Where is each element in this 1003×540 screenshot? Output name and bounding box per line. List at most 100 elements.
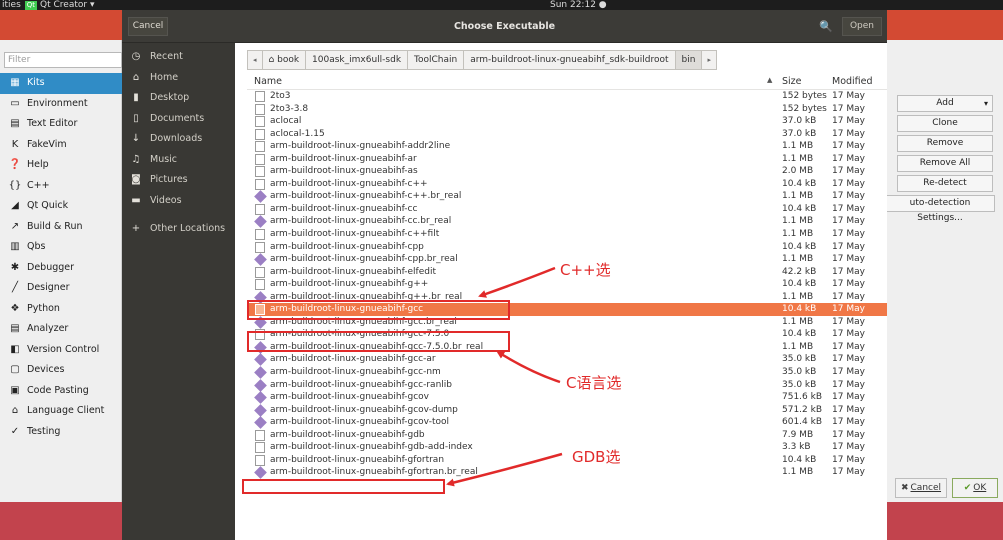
re-detect-button[interactable]: Re-detect — [897, 175, 993, 192]
file-size: 35.0 kB — [782, 354, 817, 365]
remove-all-button[interactable]: Remove All — [897, 155, 993, 172]
remove-button[interactable]: Remove — [897, 135, 993, 152]
file-name: arm-buildroot-linux-gnueabihf-cpp — [270, 241, 424, 252]
auto-detection-settings-button[interactable]: uto-detection Settings... — [885, 195, 995, 223]
file-row[interactable]: arm-buildroot-linux-gnueabihf-gcc-7.5.0 1… — [247, 328, 887, 341]
options-ok-button[interactable]: ✔ OK — [952, 478, 998, 498]
file-name: arm-buildroot-linux-gnueabihf-gcov-tool — [270, 417, 450, 428]
file-row[interactable]: arm-buildroot-linux-gnueabihf-gcc-ranlib… — [247, 378, 887, 392]
file-size: 10.4 kB — [782, 241, 817, 252]
file-row[interactable]: arm-buildroot-linux-gnueabihf-gdb-add-in… — [247, 441, 887, 454]
file-row[interactable]: arm-buildroot-linux-gnueabihf-gcc-7.5.0.… — [247, 341, 887, 354]
file-row[interactable]: arm-buildroot-linux-gnueabihf-gfortran 10… — [247, 454, 887, 467]
place-music[interactable]: ♫ Music — [122, 150, 235, 171]
options-category-version-control[interactable]: ◧ Version Control — [0, 340, 122, 361]
filter-input[interactable]: Filter — [4, 52, 122, 68]
options-category-text-editor[interactable]: ▤ Text Editor — [0, 114, 122, 135]
place-pictures[interactable]: ◙ Pictures — [122, 170, 235, 191]
column-header-name[interactable]: Name — [254, 76, 282, 87]
path-bar: ◂ ⌂ book 100ask_imx6ull-sdk ToolChain ar… — [247, 50, 717, 70]
options-category-code-pasting[interactable]: ▣ Code Pasting — [0, 381, 122, 402]
place-other-locations[interactable]: + Other Locations — [122, 219, 235, 240]
file-row[interactable]: arm-buildroot-linux-gnueabihf-gcc-nm 35.0… — [247, 366, 887, 379]
options-category-qbs[interactable]: ▥ Qbs — [0, 237, 122, 258]
file-name: arm-buildroot-linux-gnueabihf-gcc-nm — [270, 367, 441, 378]
music-icon: ♫ — [131, 153, 141, 165]
options-category-devices[interactable]: ▢ Devices — [0, 360, 122, 381]
place-home[interactable]: ⌂ Home — [122, 68, 235, 89]
text-file-icon — [255, 229, 265, 241]
column-header-size[interactable]: Size — [782, 76, 802, 87]
file-name: arm-buildroot-linux-gnueabihf-addr2line — [270, 141, 451, 152]
file-row[interactable]: arm-buildroot-linux-gnueabihf-g++ 10.4 kB… — [247, 278, 887, 291]
file-row[interactable]: arm-buildroot-linux-gnueabihf-elfedit 42.… — [247, 266, 887, 279]
file-row[interactable]: arm-buildroot-linux-gnueabihf-gcov-tool 6… — [247, 416, 887, 430]
path-segment-bin[interactable]: bin — [675, 51, 703, 69]
options-category-debugger[interactable]: ✱ Debugger — [0, 258, 122, 279]
activities-label[interactable]: ities — [2, 0, 21, 10]
options-category-python[interactable]: ❖ Python — [0, 299, 122, 320]
path-segment-toolchain[interactable]: ToolChain — [408, 51, 465, 69]
recent-icon: ◷ — [131, 51, 141, 62]
options-category-qt-quick[interactable]: ◢ Qt Quick — [0, 196, 122, 217]
place-videos[interactable]: ▬ Videos — [122, 191, 235, 212]
search-icon[interactable]: 🔍 — [814, 16, 838, 37]
path-forward-arrow[interactable]: ▸ — [702, 51, 716, 69]
place-recent[interactable]: ◷ Recent — [122, 47, 235, 68]
text-file-icon — [255, 178, 265, 190]
file-row[interactable]: arm-buildroot-linux-gnueabihf-gcc-ar 35.0… — [247, 353, 887, 367]
options-category-help[interactable]: ❓ Help — [0, 155, 122, 176]
file-row[interactable]: arm-buildroot-linux-gnueabihf-cpp.br_rea… — [247, 253, 887, 266]
file-row[interactable]: arm-buildroot-linux-gnueabihf-gcov-dump 5… — [247, 403, 887, 417]
clone-button[interactable]: Clone — [897, 115, 993, 132]
file-row[interactable]: arm-buildroot-linux-gnueabihf-c++filt 1.1… — [247, 228, 887, 241]
file-row[interactable]: arm-buildroot-linux-gnueabihf-gcc.br_rea… — [247, 315, 887, 329]
place-desktop[interactable]: ▮ Desktop — [122, 88, 235, 109]
options-category-analyzer[interactable]: ▤ Analyzer — [0, 319, 122, 340]
options-cancel-label: Cancel — [910, 483, 942, 493]
place-label: Pictures — [150, 174, 188, 185]
add-button[interactable]: Add ▾ — [897, 95, 993, 112]
file-row[interactable]: arm-buildroot-linux-gnueabihf-as 2.0 MB 17… — [247, 165, 887, 178]
path-segment-buildroot[interactable]: arm-buildroot-linux-gnueabihf_sdk-buildr… — [464, 51, 676, 69]
file-row[interactable]: arm-buildroot-linux-gnueabihf-addr2line 1… — [247, 140, 887, 153]
file-row[interactable]: arm-buildroot-linux-gnueabihf-c++ 10.4 kB… — [247, 178, 887, 191]
file-row[interactable]: aclocal-1.15 37.0 kB 17 May — [247, 128, 887, 141]
options-category-kits[interactable]: ▦ Kits — [0, 73, 122, 94]
options-category-environment[interactable]: ▭ Environment — [0, 94, 122, 115]
path-segment-sdk[interactable]: 100ask_imx6ull-sdk — [306, 51, 409, 69]
options-category-fakevim[interactable]: K FakeVim — [0, 135, 122, 156]
file-row[interactable]: arm-buildroot-linux-gnueabihf-gcov 751.6 … — [247, 391, 887, 404]
dialog-cancel-button[interactable]: Cancel — [128, 17, 168, 36]
file-row-selected[interactable]: arm-buildroot-linux-gnueabihf-gcc 10.4 kB… — [247, 303, 887, 316]
place-documents[interactable]: ▯ Documents — [122, 109, 235, 130]
path-back-arrow[interactable]: ◂ — [248, 51, 263, 69]
options-cancel-button[interactable]: ✖ Cancel — [895, 478, 947, 498]
options-category-language-client[interactable]: ⌂ Language Client — [0, 401, 122, 422]
file-row[interactable]: arm-buildroot-linux-gnueabihf-gfortran.b… — [247, 466, 887, 480]
app-menu[interactable]: Qt Creator ▾ — [40, 0, 94, 10]
file-modified: 17 May — [832, 116, 865, 127]
file-row[interactable]: arm-buildroot-linux-gnueabihf-gdb 7.9 MB 1… — [247, 429, 887, 442]
chevron-down-icon: ▾ — [983, 99, 988, 108]
options-category-c-[interactable]: {} C++ — [0, 176, 122, 197]
file-row[interactable]: aclocal 37.0 kB 17 May — [247, 115, 887, 128]
file-row[interactable]: 2to3 152 bytes 17 May — [247, 90, 887, 103]
file-row[interactable]: arm-buildroot-linux-gnueabihf-g++.br_rea… — [247, 290, 887, 304]
file-row[interactable]: arm-buildroot-linux-gnueabihf-cpp 10.4 kB… — [247, 241, 887, 254]
file-row[interactable]: 2to3-3.8 152 bytes 17 May — [247, 103, 887, 116]
place-downloads[interactable]: ↓ Downloads — [122, 129, 235, 150]
options-category-testing[interactable]: ✓ Testing — [0, 422, 122, 443]
options-category-build-run[interactable]: ↗ Build & Run — [0, 217, 122, 238]
column-header-modified[interactable]: Modified — [832, 76, 873, 87]
clock[interactable]: Sun 22:12 ● — [550, 0, 607, 10]
file-row[interactable]: arm-buildroot-linux-gnueabihf-c++.br_rea… — [247, 190, 887, 204]
place-label: Desktop — [150, 92, 190, 103]
options-category-designer[interactable]: ╱ Designer — [0, 278, 122, 299]
file-row[interactable]: arm-buildroot-linux-gnueabihf-cc 10.4 kB 1… — [247, 203, 887, 216]
file-row[interactable]: arm-buildroot-linux-gnueabihf-cc.br_real… — [247, 215, 887, 229]
path-segment-book[interactable]: ⌂ book — [263, 51, 307, 69]
downloads-icon: ↓ — [131, 133, 141, 144]
file-row[interactable]: arm-buildroot-linux-gnueabihf-ar 1.1 MB 17… — [247, 153, 887, 166]
dialog-open-button[interactable]: Open — [842, 17, 882, 36]
